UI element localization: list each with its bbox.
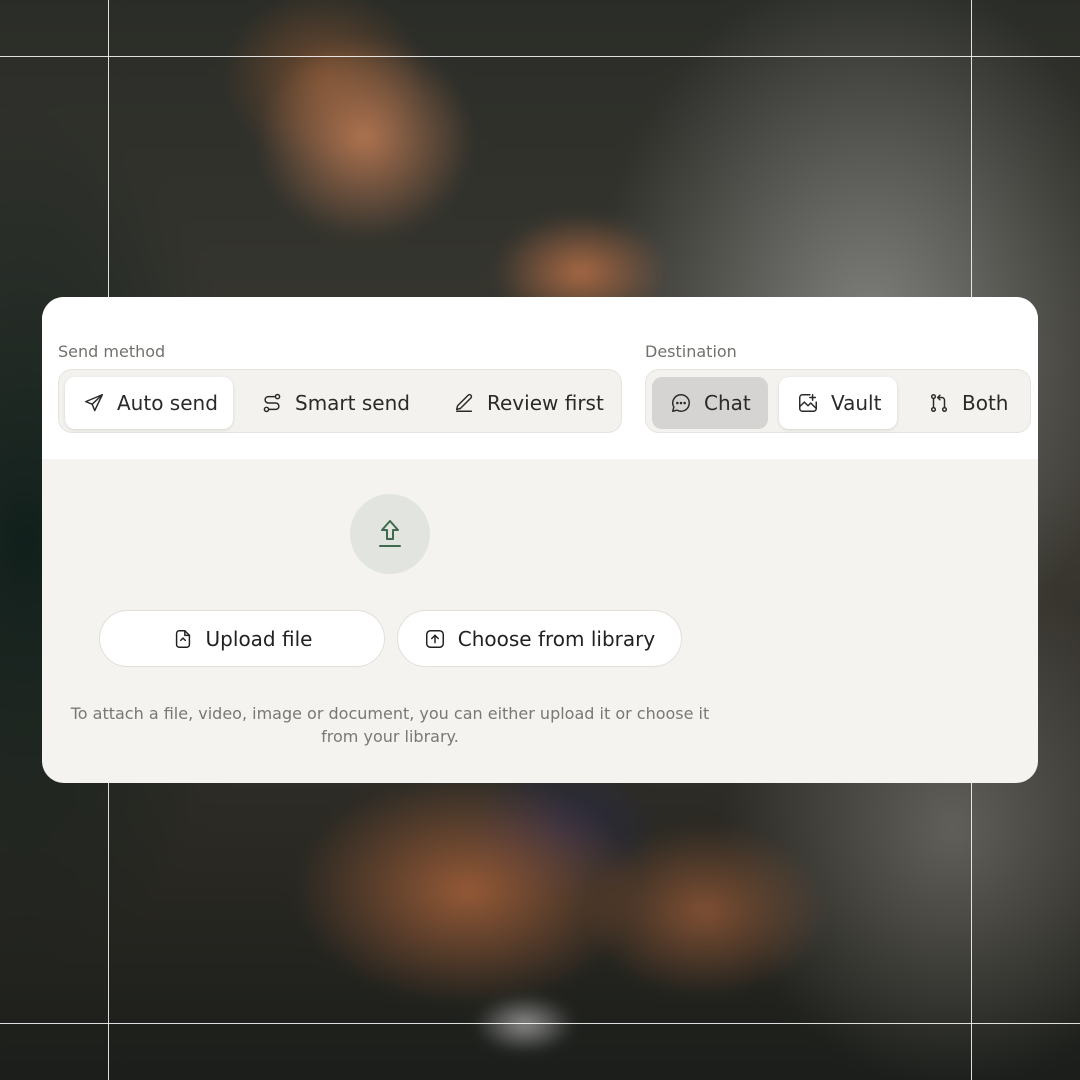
- options-panel: Send method Auto send Smart send Review …: [42, 297, 1038, 459]
- chat-label: Chat: [704, 391, 751, 415]
- file-upload-icon: [175, 629, 190, 648]
- chat-option[interactable]: Chat: [652, 377, 768, 429]
- route-icon: [263, 393, 281, 413]
- smart-send-option[interactable]: Smart send: [243, 377, 421, 429]
- choose-from-library-button[interactable]: Choose from library: [397, 610, 682, 667]
- review-first-option[interactable]: Review first: [435, 377, 613, 429]
- send-method-segmented-control: Auto send Smart send Review first: [58, 369, 622, 433]
- smart-send-label: Smart send: [295, 391, 410, 415]
- upload-arrow-icon: [379, 520, 401, 547]
- chat-bubble-icon: [672, 394, 690, 412]
- choose-from-library-label: Choose from library: [457, 626, 656, 651]
- library-upload-icon: [425, 629, 444, 648]
- pencil-icon: [455, 393, 473, 412]
- image-vault-icon: [799, 394, 817, 412]
- guide-line-horizontal-top: [0, 56, 1080, 57]
- stage: Send method Auto send Smart send Review …: [0, 0, 1080, 1080]
- attachment-card: Send method Auto send Smart send Review …: [42, 297, 1038, 783]
- destination-label: Destination: [645, 342, 737, 361]
- upload-file-label: Upload file: [205, 626, 313, 651]
- upload-file-button[interactable]: Upload file: [99, 610, 385, 667]
- send-method-label: Send method: [58, 342, 166, 361]
- upload-drop-zone[interactable]: [350, 494, 430, 574]
- auto-send-label: Auto send: [117, 391, 218, 415]
- both-label: Both: [962, 391, 1009, 415]
- destination-segmented-control: Chat Vault Both: [645, 369, 1031, 433]
- auto-send-option[interactable]: Auto send: [65, 377, 233, 429]
- merge-icon: [930, 394, 948, 412]
- vault-option[interactable]: Vault: [779, 377, 897, 429]
- both-option[interactable]: Both: [910, 377, 1022, 429]
- vault-label: Vault: [831, 391, 882, 415]
- review-first-label: Review first: [487, 391, 604, 415]
- attachment-help-text: To attach a file, video, image or docume…: [70, 704, 710, 746]
- paper-plane-icon: [85, 394, 103, 412]
- guide-line-horizontal-bottom: [0, 1023, 1080, 1024]
